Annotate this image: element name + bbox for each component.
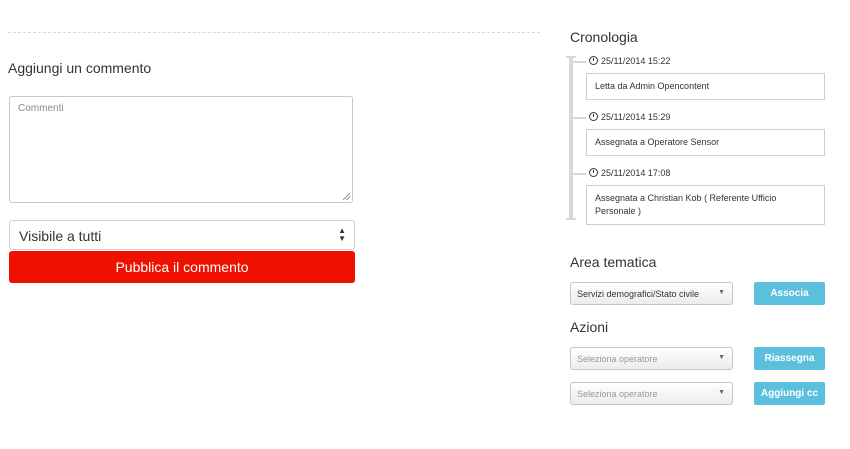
add-cc-operator-select[interactable]: Seleziona operatore ▼ xyxy=(570,382,733,405)
timeline-connector xyxy=(573,117,586,119)
aggiungi-cc-button[interactable]: Aggiungi cc xyxy=(754,382,825,405)
event-date: 25/11/2014 17:08 xyxy=(589,168,670,178)
comment-textarea[interactable]: Commenti xyxy=(9,96,353,203)
select-updown-icon: ▲ ▼ xyxy=(338,226,346,243)
chevron-down-icon: ▼ xyxy=(718,354,725,361)
associa-button[interactable]: Associa xyxy=(754,282,825,305)
add-comment-title: Aggiungi un commento xyxy=(8,60,152,76)
reassign-operator-placeholder: Seleziona operatore xyxy=(577,354,658,364)
azioni-title: Azioni xyxy=(570,319,609,335)
timeline-title: Cronologia xyxy=(570,29,638,45)
add-cc-operator-placeholder: Seleziona operatore xyxy=(577,389,658,399)
chevron-down-icon: ▼ xyxy=(718,389,725,396)
reassign-operator-select[interactable]: Seleziona operatore ▼ xyxy=(570,347,733,370)
section-divider xyxy=(8,32,540,33)
timeline-connector xyxy=(573,61,586,63)
visibility-select-value: Visibile a tutti xyxy=(19,228,102,244)
event-box: Assegnata a Christian Kob ( Referente Uf… xyxy=(586,185,825,225)
event-box: Letta da Admin Opencontent xyxy=(586,73,825,100)
visibility-select[interactable]: Visibile a tutti ▲ ▼ xyxy=(9,220,355,250)
event-date: 25/11/2014 15:22 xyxy=(589,56,670,66)
area-tematica-select[interactable]: Servizi demografici/Stato civile ▼ xyxy=(570,282,733,305)
timeline-connector xyxy=(573,173,586,175)
publish-comment-button[interactable]: Pubblica il commento xyxy=(9,251,355,283)
area-tematica-title: Area tematica xyxy=(570,254,657,270)
timeline-top-cap xyxy=(566,56,576,58)
chevron-down-icon: ▼ xyxy=(718,289,725,296)
clock-icon xyxy=(589,56,598,65)
event-date: 25/11/2014 15:29 xyxy=(589,112,670,122)
timeline-line xyxy=(569,56,573,220)
clock-icon xyxy=(589,168,598,177)
event-box: Assegnata a Operatore Sensor xyxy=(586,129,825,156)
comment-placeholder: Commenti xyxy=(18,103,64,114)
area-tematica-select-value: Servizi demografici/Stato civile xyxy=(577,289,700,299)
timeline-bottom-cap xyxy=(566,218,576,220)
clock-icon xyxy=(589,112,598,121)
riassegna-button[interactable]: Riassegna xyxy=(754,347,825,370)
resize-handle-icon[interactable] xyxy=(343,193,350,200)
